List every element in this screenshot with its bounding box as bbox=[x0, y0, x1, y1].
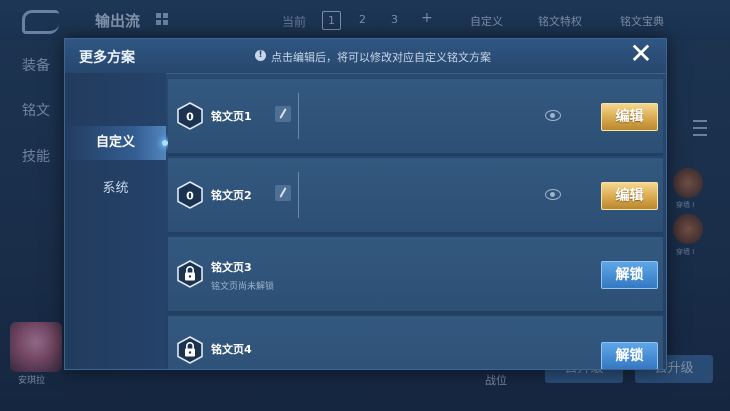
page-tab-3[interactable]: 3 bbox=[386, 11, 403, 28]
side-tab-runes[interactable]: 铭文 bbox=[22, 100, 50, 120]
unlock-button[interactable]: 解锁 bbox=[601, 342, 658, 369]
edit-button[interactable]: 编辑 bbox=[601, 103, 658, 131]
rune-label: 穿墙 I bbox=[676, 248, 695, 256]
info-icon: ! bbox=[255, 50, 266, 61]
rename-pencil-icon[interactable] bbox=[275, 106, 291, 122]
dialog-header: 更多方案 ! 点击编辑后，将可以修改对应自定义铭文方案 ✕ bbox=[65, 39, 666, 74]
more-plans-dialog: 更多方案 ! 点击编辑后，将可以修改对应自定义铭文方案 ✕ 自定义 系统 0 铭… bbox=[64, 38, 667, 370]
close-button[interactable]: ✕ bbox=[627, 40, 655, 69]
menu-icon[interactable] bbox=[693, 120, 707, 136]
rune-page-name: 铭文页4 bbox=[211, 343, 252, 356]
lock-hex-icon bbox=[177, 260, 203, 288]
locked-note: 铭文页尚未解锁 bbox=[211, 282, 275, 292]
edit-button[interactable]: 编辑 bbox=[601, 182, 658, 210]
rune-guide-link[interactable]: 铭文宝典 bbox=[620, 13, 664, 29]
rune-label: 穿墙 I bbox=[676, 201, 695, 209]
rune-icon bbox=[673, 168, 703, 198]
preview-eye-icon[interactable] bbox=[545, 110, 561, 121]
side-tab-equipment[interactable]: 装备 bbox=[22, 55, 50, 75]
grid-icon[interactable] bbox=[156, 13, 168, 25]
rune-page-card-locked: 铭文页4 解锁 bbox=[168, 316, 663, 369]
nav-item-label: 自定义 bbox=[95, 135, 135, 150]
lock-hex-icon bbox=[177, 336, 203, 364]
current-label: 当前 bbox=[282, 15, 307, 29]
rune-page-name: 铭文页3 bbox=[211, 261, 252, 274]
unlock-button[interactable]: 解锁 bbox=[601, 261, 658, 289]
page-tab-2[interactable]: 2 bbox=[354, 11, 371, 28]
nav-item-custom[interactable]: 自定义 bbox=[65, 126, 168, 160]
custom-link[interactable]: 自定义 bbox=[470, 13, 503, 29]
nav-item-system[interactable]: 系统 bbox=[65, 172, 166, 206]
dialog-title: 更多方案 bbox=[79, 50, 135, 66]
divider bbox=[298, 93, 299, 139]
preview-eye-icon[interactable] bbox=[545, 189, 561, 200]
rune-page-name: 铭文页2 bbox=[211, 189, 252, 202]
nav-item-label: 系统 bbox=[102, 181, 129, 196]
rune-page-name: 铭文页1 bbox=[211, 110, 252, 123]
rune-page-list[interactable]: 0 铭文页1 编辑 0 铭文页2 编辑 铭文页3 铭文页尚未解锁 解锁 铭文页4… bbox=[168, 79, 665, 369]
rune-level-count: 0 bbox=[186, 111, 194, 124]
divider bbox=[298, 172, 299, 218]
back-icon[interactable] bbox=[22, 10, 59, 34]
rune-icon bbox=[673, 214, 703, 244]
rune-level-hex-icon: 0 bbox=[177, 102, 203, 130]
page-tab-1[interactable]: 1 bbox=[322, 11, 341, 30]
rune-level-hex-icon: 0 bbox=[177, 181, 203, 209]
hero-avatar[interactable] bbox=[10, 322, 62, 372]
rune-page-card: 0 铭文页1 编辑 bbox=[168, 79, 663, 156]
add-page-button[interactable]: + bbox=[421, 10, 433, 26]
rename-pencil-icon[interactable] bbox=[275, 185, 291, 201]
rune-privilege-link[interactable]: 铭文特权 bbox=[538, 13, 582, 29]
rune-level-count: 0 bbox=[186, 190, 194, 203]
rune-page-card: 0 铭文页2 编辑 bbox=[168, 158, 663, 235]
dialog-hint: 点击编辑后，将可以修改对应自定义铭文方案 bbox=[271, 51, 491, 64]
rune-page-card-locked: 铭文页3 铭文页尚未解锁 解锁 bbox=[168, 237, 663, 314]
misc-text: 战位 bbox=[485, 374, 507, 387]
loadout-title: 输出流 bbox=[95, 12, 141, 30]
side-tab-skills[interactable]: 技能 bbox=[22, 146, 50, 166]
plan-category-nav: 自定义 系统 bbox=[65, 73, 168, 369]
hero-name: 安琪拉 bbox=[18, 376, 46, 386]
